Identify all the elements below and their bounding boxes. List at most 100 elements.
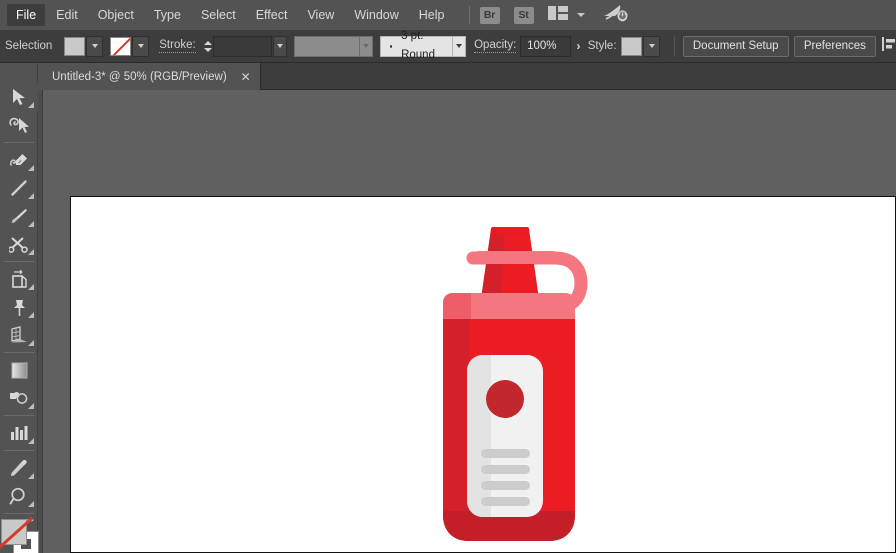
tool-flyout-corner-icon[interactable]	[28, 438, 34, 444]
canvas-area[interactable]	[38, 90, 896, 553]
graphic-style-swatch[interactable]	[621, 37, 642, 56]
cap-handle-bar	[473, 251, 559, 264]
menu-type[interactable]: Type	[145, 4, 190, 26]
lasso-cursor-icon	[8, 116, 30, 134]
chevron-down-icon	[577, 13, 585, 17]
zoom-tool[interactable]	[0, 482, 38, 510]
tool-flyout-corner-icon[interactable]	[28, 473, 34, 479]
active-tool-label: Selection	[5, 40, 64, 52]
stroke-label[interactable]: Stroke:	[159, 39, 195, 53]
bridge-button[interactable]: Br	[480, 7, 500, 24]
tool-flyout-corner-icon[interactable]	[28, 501, 34, 507]
close-icon[interactable]: ✕	[241, 71, 251, 83]
artboard[interactable]	[70, 196, 896, 553]
vertical-ruler[interactable]	[38, 90, 43, 553]
workspace-layout-icon	[548, 6, 568, 25]
fill-color-control[interactable]	[64, 36, 103, 57]
stroke-weight-stepper[interactable]	[203, 36, 213, 57]
tool-group-divider	[4, 261, 34, 262]
chevron-down-icon	[649, 44, 655, 48]
line-segment-tool[interactable]	[0, 174, 38, 202]
preferences-button[interactable]: Preferences	[794, 36, 876, 57]
chevron-down-icon	[277, 44, 283, 48]
stepper-up-icon[interactable]	[204, 41, 212, 45]
nozzle-tip	[491, 227, 529, 235]
opacity-label[interactable]: Opacity:	[474, 39, 516, 53]
label-line	[481, 449, 530, 458]
brush-definition-dropdown-button[interactable]	[453, 36, 466, 57]
align-panel-icon[interactable]	[882, 37, 896, 56]
stroke-weight-dropdown-button[interactable]	[273, 36, 286, 57]
menu-file[interactable]: File	[7, 4, 45, 26]
pushpin-icon	[10, 298, 28, 317]
menu-effect[interactable]: Effect	[247, 4, 297, 26]
style-label: Style:	[588, 40, 617, 52]
perspective-grid-icon	[9, 326, 29, 345]
document-setup-button[interactable]: Document Setup	[683, 36, 789, 57]
opacity-flyout-icon[interactable]: ›	[576, 39, 580, 53]
brush-dot-icon	[390, 45, 392, 48]
label-line	[481, 497, 530, 506]
tool-flyout-corner-icon[interactable]	[28, 340, 34, 346]
stroke-profile-input[interactable]	[294, 36, 360, 57]
gradient-tool[interactable]	[0, 356, 38, 384]
selection-tool[interactable]	[0, 83, 38, 111]
rotate-tool[interactable]	[0, 265, 38, 293]
eyedropper-tool[interactable]	[0, 454, 38, 482]
tool-flyout-corner-icon[interactable]	[28, 403, 34, 409]
shape-builder-icon	[8, 389, 30, 408]
menu-help[interactable]: Help	[410, 4, 454, 26]
eyedropper-icon	[9, 459, 29, 477]
perspective-grid-tool[interactable]	[0, 321, 38, 349]
fill-stroke-color-control[interactable]	[0, 517, 38, 553]
column-graph-tool[interactable]	[0, 419, 38, 447]
pen-tool[interactable]	[0, 146, 38, 174]
control-divider	[674, 36, 675, 57]
bar-graph-icon	[9, 424, 29, 442]
tool-flyout-corner-icon[interactable]	[28, 249, 34, 255]
tool-group-divider	[4, 513, 34, 514]
puppet-warp-tool[interactable]	[0, 293, 38, 321]
tool-flyout-corner-icon[interactable]	[28, 102, 34, 108]
tool-flyout-corner-icon[interactable]	[28, 284, 34, 290]
menu-window[interactable]: Window	[345, 4, 407, 26]
tool-flyout-corner-icon[interactable]	[28, 193, 34, 199]
rotate-shape-icon	[9, 270, 29, 289]
stroke-color-control[interactable]	[110, 36, 149, 57]
document-tab[interactable]: Untitled-3* @ 50% (RGB/Preview) ✕	[38, 63, 261, 90]
stroke-profile-dropdown-button[interactable]	[360, 36, 373, 57]
scissors-tool[interactable]	[0, 230, 38, 258]
menu-edit[interactable]: Edit	[47, 4, 87, 26]
stroke-weight-input[interactable]	[213, 36, 273, 57]
fill-dropdown-button[interactable]	[86, 36, 103, 57]
graphic-style-control[interactable]	[621, 36, 660, 57]
menu-view[interactable]: View	[298, 4, 343, 26]
opacity-input[interactable]: 100%	[520, 36, 571, 57]
bottle-body-left-shadow	[443, 319, 469, 541]
menu-select[interactable]: Select	[192, 4, 245, 26]
tool-flyout-corner-icon[interactable]	[28, 165, 34, 171]
paintbrush-tool[interactable]	[0, 202, 38, 230]
brush-definition-input[interactable]: 3 pt. Round	[380, 36, 453, 57]
stock-button[interactable]: St	[514, 7, 534, 24]
stroke-swatch[interactable]	[110, 37, 131, 56]
workspace-switcher[interactable]	[548, 6, 585, 25]
fill-swatch[interactable]	[64, 37, 85, 56]
rocket-power-icon[interactable]	[603, 3, 629, 28]
tool-group-divider	[4, 352, 34, 353]
label-line	[481, 481, 530, 490]
stroke-dropdown-button[interactable]	[132, 36, 149, 57]
menu-object[interactable]: Object	[89, 4, 143, 26]
graphic-style-dropdown-button[interactable]	[643, 36, 660, 57]
menu-bar: File Edit Object Type Select Effect View…	[0, 0, 896, 30]
ketchup-bottle-illustration[interactable]	[429, 215, 609, 553]
direct-selection-tool[interactable]	[0, 111, 38, 139]
chevron-down-icon	[138, 44, 144, 48]
shape-builder-tool[interactable]	[0, 384, 38, 412]
chevron-down-icon	[363, 44, 369, 48]
tool-flyout-corner-icon[interactable]	[28, 221, 34, 227]
tools-panel-grip[interactable]	[4, 76, 30, 82]
tool-flyout-corner-icon[interactable]	[28, 312, 34, 318]
chevron-down-icon	[92, 44, 98, 48]
stepper-down-icon[interactable]	[204, 48, 212, 52]
